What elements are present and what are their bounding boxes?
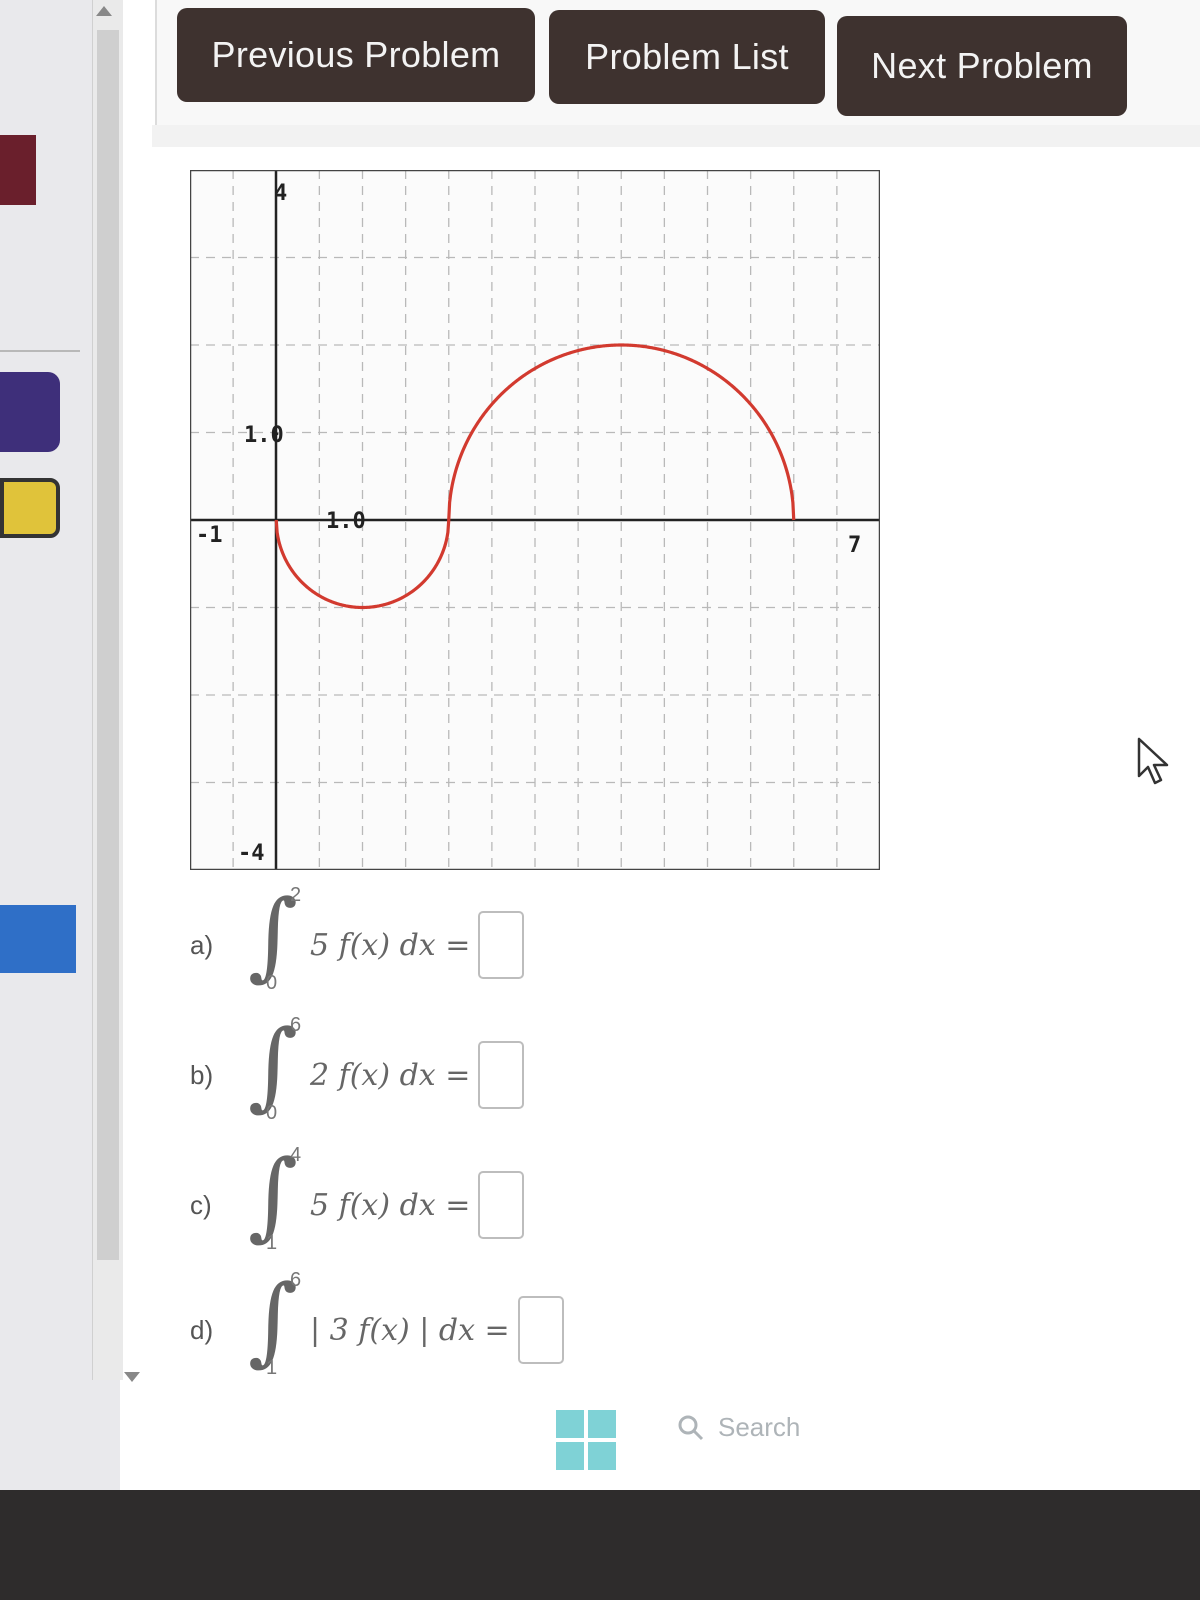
upper-limit: 2 (290, 884, 302, 906)
yellow-toggle[interactable] (0, 478, 60, 538)
lower-limit: 1 (266, 1232, 278, 1254)
x-max-label: 7 (848, 533, 861, 558)
purple-block (0, 372, 60, 452)
problem-label: a) (190, 929, 214, 960)
lower-limit: 0 (266, 1102, 278, 1124)
problem-list-button[interactable]: Problem List (549, 10, 825, 104)
integral-sign: ∫ 2 0 (248, 879, 302, 994)
search-placeholder: Search (718, 1412, 801, 1442)
scroll-down-arrow-icon[interactable] (124, 1372, 140, 1382)
maroon-block (0, 135, 36, 205)
problem-d: d) ∫ 6 1 | 3 f(x) | dx = (190, 1264, 564, 1385)
integrand: 5 f(x) dx = (310, 1187, 471, 1223)
scrollbar-thumb[interactable] (97, 30, 119, 1260)
integrand: 2 f(x) dx = (310, 1057, 471, 1093)
x-min-label: -1 (196, 523, 223, 548)
problem-label: c) (190, 1189, 212, 1220)
divider-line (0, 350, 80, 352)
y-min-label: -4 (238, 841, 265, 866)
taskbar-search[interactable]: Search (676, 1412, 800, 1443)
previous-problem-button[interactable]: Previous Problem (177, 8, 535, 102)
problem-label: d) (190, 1314, 214, 1345)
integrand: 5 f(x) dx = (310, 927, 471, 963)
function-graph: 4 -4 -1 7 1.0 1.0 (190, 170, 880, 870)
scroll-up-arrow-icon[interactable] (96, 6, 112, 16)
mouse-cursor-icon (1137, 737, 1169, 785)
integral-sign: ∫ 4 1 (248, 1139, 302, 1254)
problem-a: a) ∫ 2 0 5 f(x) dx = (190, 879, 525, 1000)
upper-limit: 4 (290, 1144, 302, 1166)
answer-input-a[interactable] (478, 911, 525, 979)
taskbar (0, 1490, 1200, 1600)
y-max-label: 4 (274, 181, 287, 206)
lower-limit: 0 (266, 972, 278, 994)
x-unit-label: 1.0 (326, 509, 366, 534)
problem-c: c) ∫ 4 1 5 f(x) dx = (190, 1139, 525, 1260)
upper-limit: 6 (290, 1269, 302, 1291)
integral-sign: ∫ 6 1 (248, 1264, 302, 1379)
y-unit-label: 1.0 (244, 423, 284, 448)
answer-input-c[interactable] (478, 1171, 525, 1239)
blue-block (0, 905, 76, 973)
vertical-scrollbar[interactable] (92, 0, 123, 1380)
content-separator (152, 125, 1200, 147)
answer-input-b[interactable] (478, 1041, 525, 1109)
integrand: | 3 f(x) | dx = (310, 1312, 510, 1348)
windows-start-icon[interactable] (556, 1410, 616, 1470)
lower-limit: 1 (266, 1357, 278, 1379)
problem-b: b) ∫ 6 0 2 f(x) dx = (190, 1009, 525, 1130)
integral-sign: ∫ 6 0 (248, 1009, 302, 1124)
integral-problems: a) ∫ 2 0 5 f(x) dx = b) ∫ 6 0 2 f(x) dx … (190, 880, 890, 1400)
search-icon (678, 1415, 704, 1440)
problem-label: b) (190, 1059, 214, 1090)
answer-input-d[interactable] (517, 1296, 564, 1364)
next-problem-button[interactable]: Next Problem (837, 16, 1127, 116)
upper-limit: 6 (290, 1014, 302, 1036)
